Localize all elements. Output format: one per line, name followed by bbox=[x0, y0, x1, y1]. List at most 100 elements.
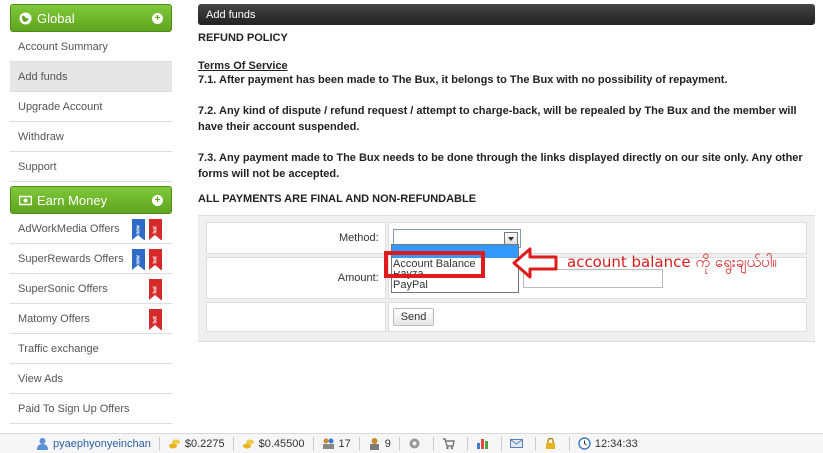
clock-item: 12:34:33 bbox=[570, 437, 646, 451]
coins-icon bbox=[168, 439, 180, 449]
main-balance: $0.2275 bbox=[184, 437, 225, 450]
bottom-status-bar: pyaephyonyeinchan $0.2275 $0.45500 17 9 bbox=[0, 433, 823, 453]
messages-item[interactable] bbox=[502, 436, 536, 451]
user-icon bbox=[37, 438, 48, 450]
sidebar-item[interactable]: Traffic exchange bbox=[10, 334, 172, 364]
hot-badge: hot bbox=[149, 309, 162, 330]
main-content: Add funds REFUND POLICY Terms Of Service… bbox=[198, 4, 815, 342]
sidebar-item[interactable]: AdWorkMedia Offers new hot bbox=[10, 214, 172, 244]
coins-icon bbox=[242, 439, 254, 449]
sidebar-item[interactable]: SuperSonic Offers hot bbox=[10, 274, 172, 304]
sidebar-item-label: Paid To Sign Up Offers bbox=[18, 402, 130, 415]
sidebar-item-label: SuperSonic Offers bbox=[18, 282, 108, 295]
cart-item[interactable] bbox=[434, 436, 468, 451]
sidebar-item[interactable]: Add funds bbox=[10, 62, 172, 92]
hot-badge: hot bbox=[149, 249, 162, 270]
expand-icon[interactable]: + bbox=[152, 195, 163, 206]
amount-label: Amount: bbox=[206, 257, 386, 299]
hot-badge: hot bbox=[149, 219, 162, 240]
lock-icon[interactable] bbox=[544, 437, 557, 450]
refund-policy: REFUND POLICY Terms Of Service 7.1. Afte… bbox=[198, 25, 815, 207]
sidebar-item-label: Traffic exchange bbox=[18, 342, 99, 355]
terms-of-service-title: Terms Of Service bbox=[198, 60, 288, 72]
referrals-icon bbox=[322, 438, 334, 449]
sidebar-item-label: Withdraw bbox=[18, 130, 64, 143]
page: Global + Account Summary Add funds Upgrade… bbox=[0, 0, 823, 453]
purchase-balance-item[interactable]: $0.45500 bbox=[234, 436, 314, 451]
stats-item[interactable] bbox=[468, 436, 502, 451]
sidebar-header-label: Earn Money bbox=[37, 192, 108, 208]
sidebar-item[interactable]: SuperRewards Offers new hot bbox=[10, 244, 172, 274]
hot-badge-label: hot bbox=[152, 226, 159, 234]
sidebar-item-label: Matomy Offers bbox=[18, 312, 90, 325]
section-title: Add funds bbox=[206, 8, 256, 21]
cart-icon[interactable] bbox=[442, 437, 455, 450]
clock-time: 12:34:33 bbox=[594, 437, 638, 450]
new-badge: new bbox=[132, 219, 145, 240]
send-label-cell bbox=[206, 302, 386, 332]
sidebar-header-earn-money[interactable]: Earn Money + bbox=[10, 186, 172, 214]
globe-icon bbox=[19, 12, 32, 24]
user-item[interactable]: pyaephyonyeinchan bbox=[0, 436, 160, 451]
sidebar-item-label: AdWorkMedia Offers bbox=[18, 222, 120, 235]
lock-item[interactable] bbox=[536, 436, 570, 451]
sidebar-item-label: View Ads bbox=[18, 372, 64, 385]
badges: new hot bbox=[132, 249, 162, 270]
final-notice: ALL PAYMENTS ARE FINAL AND NON-REFUNDABL… bbox=[198, 193, 477, 205]
referrals-item[interactable]: 17 bbox=[314, 436, 360, 451]
sidebar-item-label: Account Summary bbox=[18, 40, 108, 53]
gear-icon[interactable] bbox=[408, 437, 421, 450]
highlight-box bbox=[384, 251, 485, 278]
sidebar-header-global[interactable]: Global + bbox=[10, 4, 172, 32]
badges: new hot bbox=[132, 219, 162, 240]
purchase-balance: $0.45500 bbox=[258, 437, 305, 450]
send-field: Send bbox=[387, 302, 807, 332]
chevron-down-icon[interactable] bbox=[503, 231, 518, 245]
rented-referrals-count: 9 bbox=[384, 437, 391, 450]
hot-badge-label: hot bbox=[152, 256, 159, 264]
send-button[interactable]: Send bbox=[392, 308, 435, 326]
sidebar-item[interactable]: Paid To Sign Up Offers bbox=[10, 394, 172, 424]
sidebar-item[interactable]: Account Summary bbox=[10, 32, 172, 62]
sidebar-item[interactable]: Withdraw bbox=[10, 122, 172, 152]
dropdown-option-paypal[interactable]: PayPal bbox=[392, 279, 518, 292]
new-badge-label: new bbox=[135, 225, 142, 235]
sidebar-header-label: Global bbox=[37, 10, 75, 26]
referrals-count: 17 bbox=[338, 437, 351, 450]
sidebar-item-label: Add funds bbox=[18, 70, 68, 83]
hot-badge-label: hot bbox=[152, 316, 159, 324]
policy-paragraph-3: 7.3. Any payment made to The Bux needs t… bbox=[198, 152, 803, 180]
annotation-arrow-icon bbox=[512, 247, 558, 279]
method-label: Method: bbox=[206, 222, 386, 254]
sidebar-item[interactable]: View Ads bbox=[10, 364, 172, 394]
section-title-bar: Add funds bbox=[198, 4, 815, 25]
hot-badge-label: hot bbox=[152, 286, 159, 294]
badges: hot bbox=[149, 279, 162, 300]
bar-chart-icon[interactable] bbox=[476, 437, 489, 450]
main-balance-item[interactable]: $0.2275 bbox=[160, 436, 234, 451]
sidebar: Global + Account Summary Add funds Upgrade… bbox=[10, 4, 172, 424]
rented-referrals-icon bbox=[369, 438, 379, 450]
rented-referrals-item[interactable]: 9 bbox=[360, 436, 400, 451]
send-row: Send bbox=[206, 302, 807, 332]
sidebar-item[interactable]: Matomy Offers hot bbox=[10, 304, 172, 334]
sidebar-item-label: SuperRewards Offers bbox=[18, 252, 124, 265]
badges: hot bbox=[149, 309, 162, 330]
sidebar-item-label: Upgrade Account bbox=[18, 100, 103, 113]
clock-icon bbox=[578, 437, 591, 450]
policy-heading: REFUND POLICY bbox=[198, 32, 288, 44]
username[interactable]: pyaephyonyeinchan bbox=[53, 438, 151, 450]
expand-icon[interactable]: + bbox=[152, 13, 163, 24]
mail-icon[interactable] bbox=[509, 437, 523, 450]
settings-item[interactable] bbox=[400, 436, 434, 451]
policy-paragraph-2: 7.2. Any kind of dispute / refund reques… bbox=[198, 105, 797, 133]
new-badge-label: new bbox=[135, 255, 142, 265]
policy-paragraph-1: 7.1. After payment has been made to The … bbox=[198, 74, 728, 86]
money-icon bbox=[19, 195, 32, 205]
hot-badge: hot bbox=[149, 279, 162, 300]
sidebar-item[interactable]: Upgrade Account bbox=[10, 92, 172, 122]
sidebar-item-label: Support bbox=[18, 160, 57, 173]
sidebar-item[interactable]: Support bbox=[10, 152, 172, 182]
annotation-text: account balance ကို ရွေးချယ်ပါ။ bbox=[567, 253, 777, 271]
new-badge: new bbox=[132, 249, 145, 270]
